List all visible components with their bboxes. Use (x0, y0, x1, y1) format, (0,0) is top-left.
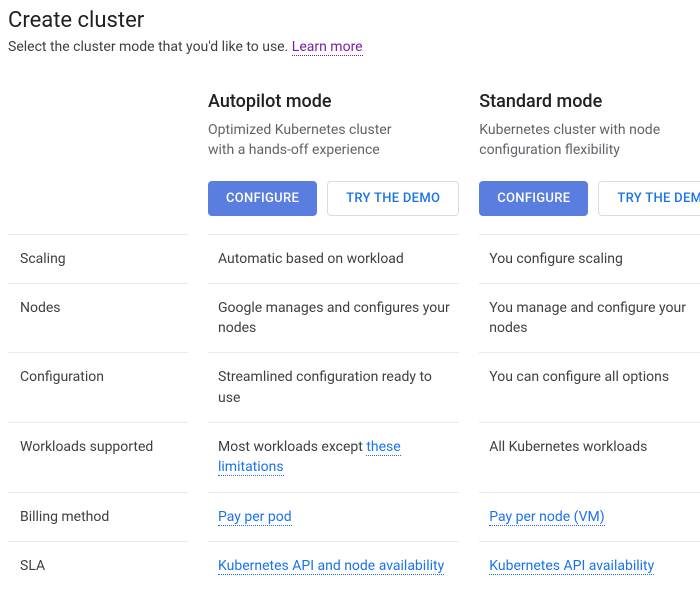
autopilot-column-header: Autopilot mode Optimized Kubernetes clus… (208, 91, 459, 234)
standard-title: Standard mode (479, 91, 700, 112)
standard-buttons: CONFIGURE TRY THE DEMO (479, 181, 700, 216)
sla-autopilot: Kubernetes API and node availability (208, 541, 459, 590)
nodes-standard: You manage and configure your nodes (479, 283, 700, 353)
autopilot-desc: Optimized Kubernetes cluster with a hand… (208, 120, 418, 161)
row-label-configuration: Configuration (8, 352, 188, 422)
row-label-sla: SLA (8, 541, 188, 590)
row-label-billing: Billing method (8, 492, 188, 541)
sla-standard-link[interactable]: Kubernetes API availability (489, 558, 654, 575)
empty-corner (8, 91, 188, 234)
billing-standard-link[interactable]: Pay per node (VM) (489, 509, 604, 526)
subtitle-text: Select the cluster mode that you'd like … (8, 39, 292, 55)
scaling-autopilot: Automatic based on workload (208, 234, 459, 283)
configuration-autopilot: Streamlined configuration ready to use (208, 352, 459, 422)
autopilot-buttons: CONFIGURE TRY THE DEMO (208, 181, 459, 216)
page-subtitle: Select the cluster mode that you'd like … (8, 39, 692, 55)
standard-column-header: Standard mode Kubernetes cluster with no… (479, 91, 700, 234)
workloads-autopilot-text: Most workloads except (218, 439, 366, 455)
sla-standard: Kubernetes API availability (479, 541, 700, 590)
row-label-workloads: Workloads supported (8, 422, 188, 492)
autopilot-demo-button[interactable]: TRY THE DEMO (327, 181, 459, 216)
standard-desc: Kubernetes cluster with node configurati… (479, 120, 689, 161)
nodes-autopilot: Google manages and configures your nodes (208, 283, 459, 353)
scaling-standard: You configure scaling (479, 234, 700, 283)
billing-autopilot: Pay per pod (208, 492, 459, 541)
standard-configure-button[interactable]: CONFIGURE (479, 181, 588, 216)
workloads-autopilot: Most workloads except these limitations (208, 422, 459, 492)
workloads-standard: All Kubernetes workloads (479, 422, 700, 492)
comparison-grid: Autopilot mode Optimized Kubernetes clus… (8, 91, 692, 590)
row-label-scaling: Scaling (8, 234, 188, 283)
configuration-standard: You can configure all options (479, 352, 700, 422)
sla-autopilot-link[interactable]: Kubernetes API and node availability (218, 558, 444, 575)
standard-demo-button[interactable]: TRY THE DEMO (598, 181, 700, 216)
billing-standard: Pay per node (VM) (479, 492, 700, 541)
autopilot-configure-button[interactable]: CONFIGURE (208, 181, 317, 216)
row-label-nodes: Nodes (8, 283, 188, 353)
page-title: Create cluster (8, 8, 692, 33)
learn-more-link[interactable]: Learn more (292, 39, 363, 56)
autopilot-title: Autopilot mode (208, 91, 459, 112)
billing-autopilot-link[interactable]: Pay per pod (218, 509, 292, 526)
